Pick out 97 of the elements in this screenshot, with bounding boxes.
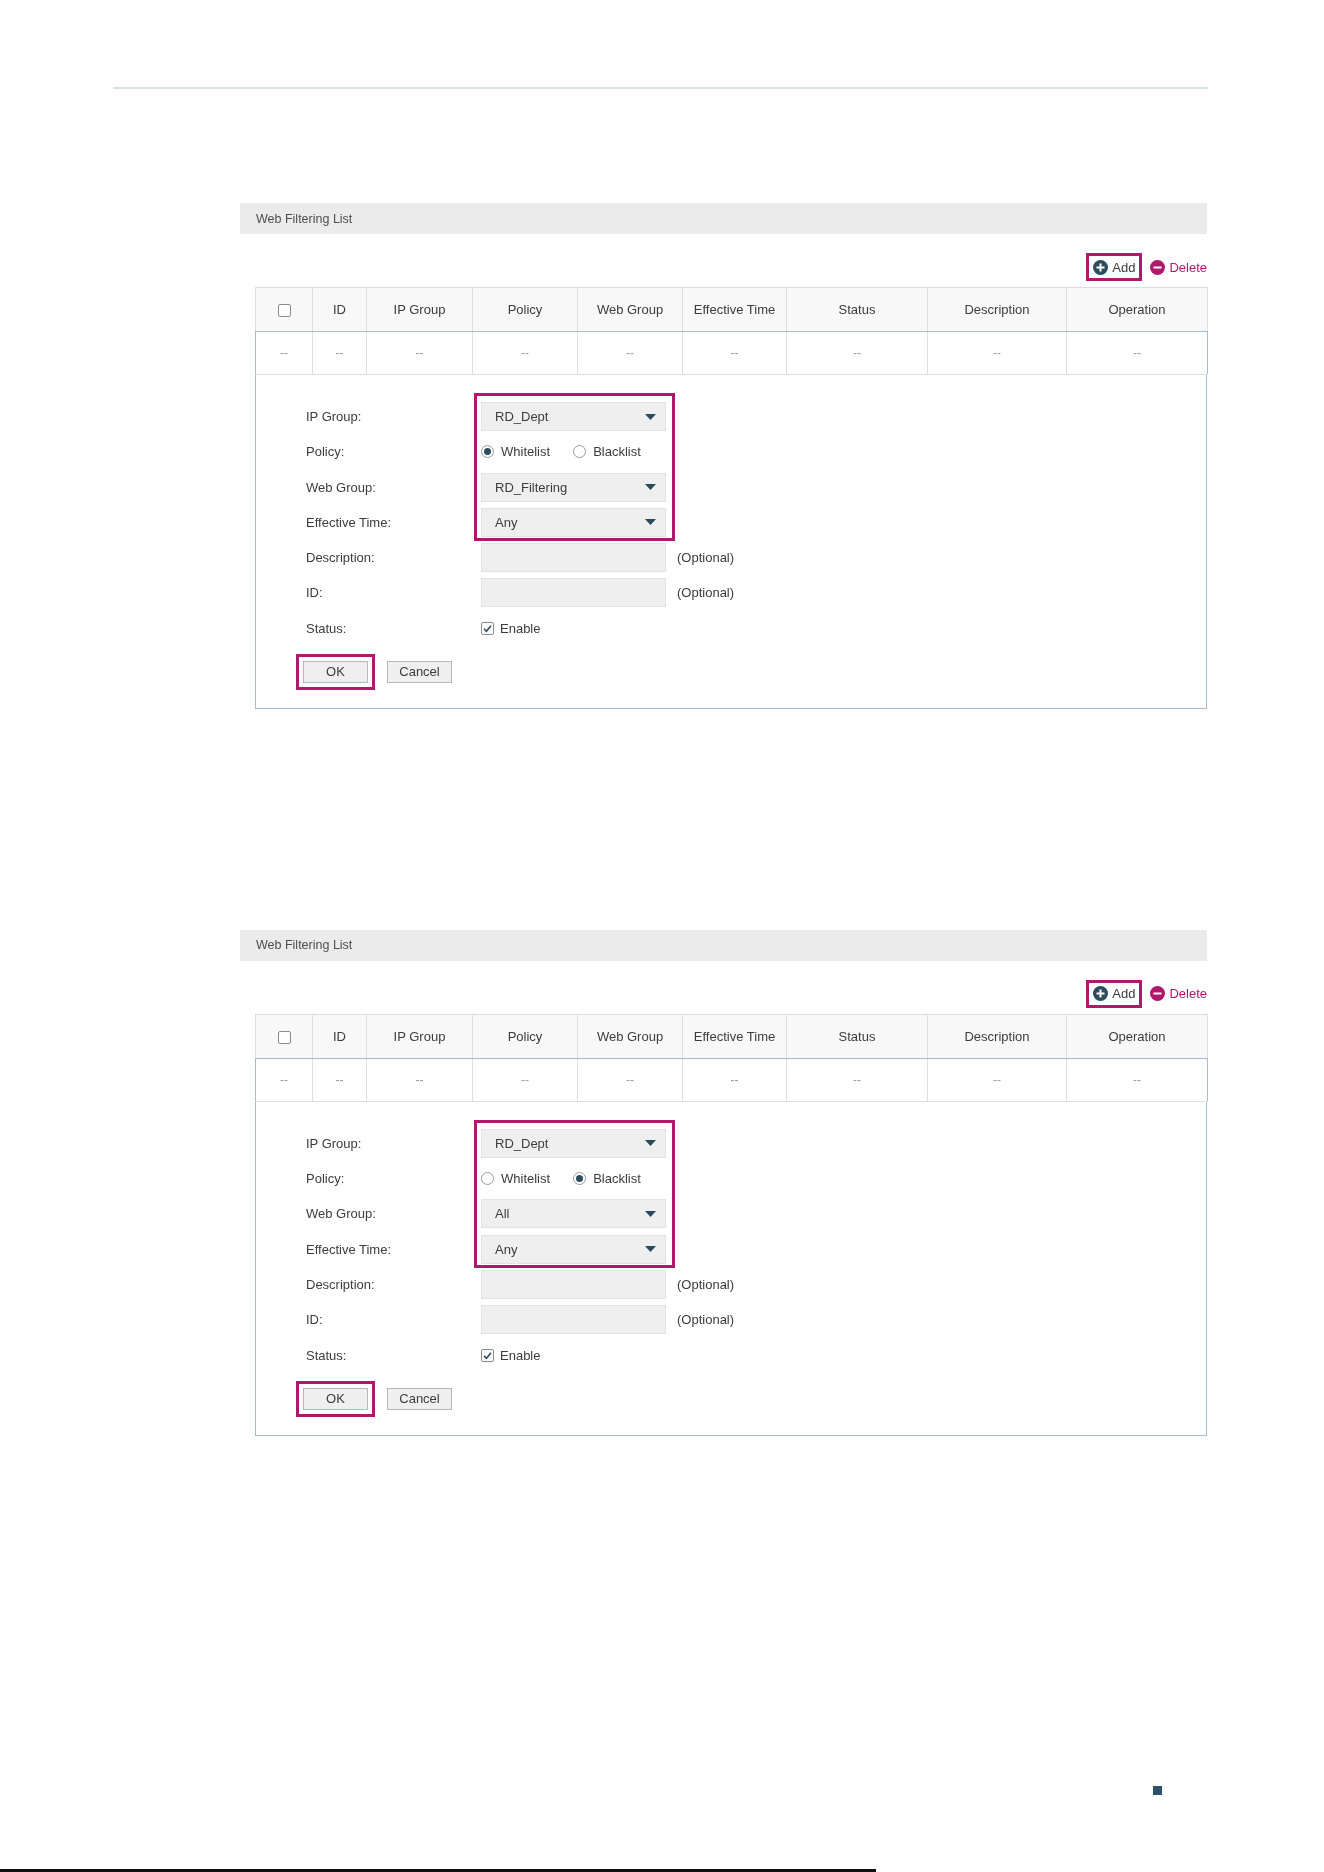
- column-header: Effective Time: [682, 1014, 787, 1059]
- field-label: Web Group:: [306, 479, 377, 495]
- field-label: Status:: [306, 620, 348, 636]
- table-cell: --: [472, 331, 578, 375]
- caret-icon: [645, 413, 656, 420]
- table-cell: --: [927, 1058, 1067, 1102]
- checkbox-label: Enable: [500, 1347, 541, 1363]
- table-cell: --: [255, 1058, 313, 1102]
- table-cell: --: [472, 1058, 578, 1102]
- checkbox-label: Enable: [500, 620, 541, 636]
- text-field[interactable]: [481, 578, 666, 608]
- radio-label: Blacklist: [593, 444, 641, 460]
- checkbox[interactable]: [277, 1030, 291, 1044]
- table-cell: --: [927, 331, 1067, 375]
- panel-title: Web Filtering List: [256, 938, 353, 953]
- radio-button[interactable]: [481, 445, 494, 459]
- dropdown[interactable]: RD_Dept: [481, 1128, 666, 1158]
- column-header: Operation: [1066, 1014, 1208, 1059]
- hint-text: (Optional): [676, 1276, 736, 1292]
- field-label: Policy:: [306, 444, 346, 460]
- field-label: IP Group:: [306, 1135, 363, 1151]
- text-field[interactable]: [481, 1305, 666, 1335]
- checkbox[interactable]: [481, 1348, 494, 1362]
- column-header: Description: [927, 1014, 1067, 1059]
- radio-label: Whitelist: [501, 444, 551, 460]
- column-header: Web Group: [577, 287, 683, 332]
- field-label: IP Group:: [306, 409, 363, 424]
- caret-icon: [645, 484, 656, 491]
- column-header: Policy: [472, 287, 578, 332]
- text-field[interactable]: [481, 1269, 666, 1299]
- minus-icon: [1150, 259, 1166, 275]
- radio-label: Whitelist: [501, 1171, 551, 1187]
- hint-text: (Optional): [676, 585, 736, 601]
- column-header: IP Group: [366, 1014, 473, 1059]
- table-cell: --: [786, 1058, 928, 1102]
- radio-button[interactable]: [573, 445, 587, 459]
- field-label: Description:: [306, 1276, 376, 1292]
- text-field[interactable]: [481, 543, 666, 573]
- checkbox[interactable]: [277, 304, 291, 318]
- column-header: Status: [786, 1014, 928, 1059]
- field-label: Policy:: [306, 1171, 346, 1187]
- minus-icon: [1150, 986, 1166, 1002]
- table-cell: --: [577, 1058, 683, 1102]
- dropdown[interactable]: RD_Filtering: [481, 472, 666, 502]
- form-button[interactable]: Cancel: [387, 1387, 452, 1410]
- delete-button[interactable]: Delete: [1150, 982, 1207, 1005]
- field-label: ID:: [306, 585, 324, 601]
- column-header: Status: [786, 287, 928, 332]
- radio-button[interactable]: [573, 1172, 587, 1186]
- form-button[interactable]: OK: [303, 660, 368, 683]
- form-button[interactable]: OK: [303, 1387, 368, 1410]
- add-button[interactable]: Add: [1093, 982, 1136, 1005]
- field-label: Effective Time:: [306, 514, 392, 530]
- delete-button[interactable]: Delete: [1150, 256, 1207, 278]
- form-button[interactable]: Cancel: [387, 660, 452, 683]
- field-label: Effective Time:: [306, 1241, 392, 1257]
- plus-icon: [1093, 986, 1109, 1002]
- column-header: IP Group: [366, 287, 473, 332]
- dropdown[interactable]: RD_Dept: [481, 402, 666, 431]
- hint-text: (Optional): [676, 1312, 736, 1328]
- field-label: Status:: [306, 1347, 348, 1363]
- field-label: ID:: [306, 1312, 324, 1328]
- table-cell: --: [366, 1058, 473, 1102]
- table-cell: --: [1066, 1058, 1208, 1102]
- table-cell: --: [312, 1058, 367, 1102]
- radio-label: Blacklist: [593, 1171, 641, 1187]
- table-cell: --: [255, 331, 313, 375]
- column-header: Policy: [472, 1014, 578, 1059]
- plus-icon: [1093, 259, 1109, 275]
- panel-title: Web Filtering List: [256, 211, 353, 226]
- table-cell: --: [786, 331, 928, 375]
- column-header: Web Group: [577, 1014, 683, 1059]
- table-cell: --: [577, 331, 683, 375]
- column-header: ID: [312, 1014, 367, 1059]
- column-header: Effective Time: [682, 287, 787, 332]
- radio-button[interactable]: [481, 1172, 494, 1186]
- column-header: Description: [927, 287, 1067, 332]
- column-header: ID: [312, 287, 367, 332]
- column-header: Operation: [1066, 287, 1208, 332]
- add-button[interactable]: Add: [1093, 256, 1136, 278]
- field-label: Web Group:: [306, 1206, 377, 1222]
- table-cell: --: [682, 331, 787, 375]
- table-cell: --: [312, 331, 367, 375]
- caret-icon: [645, 519, 656, 526]
- caret-icon: [645, 1210, 656, 1217]
- table-cell: --: [1066, 331, 1208, 375]
- table-cell: --: [682, 1058, 787, 1102]
- table-cell: --: [366, 331, 473, 375]
- checkbox[interactable]: [481, 621, 494, 635]
- caret-icon: [645, 1246, 656, 1253]
- caret-icon: [645, 1140, 656, 1147]
- dropdown[interactable]: Any: [481, 507, 666, 537]
- square-icon: [1153, 1785, 1162, 1795]
- hint-text: (Optional): [676, 550, 736, 566]
- field-label: Description:: [306, 550, 376, 566]
- dropdown[interactable]: Any: [481, 1234, 666, 1264]
- dropdown[interactable]: All: [481, 1199, 666, 1229]
